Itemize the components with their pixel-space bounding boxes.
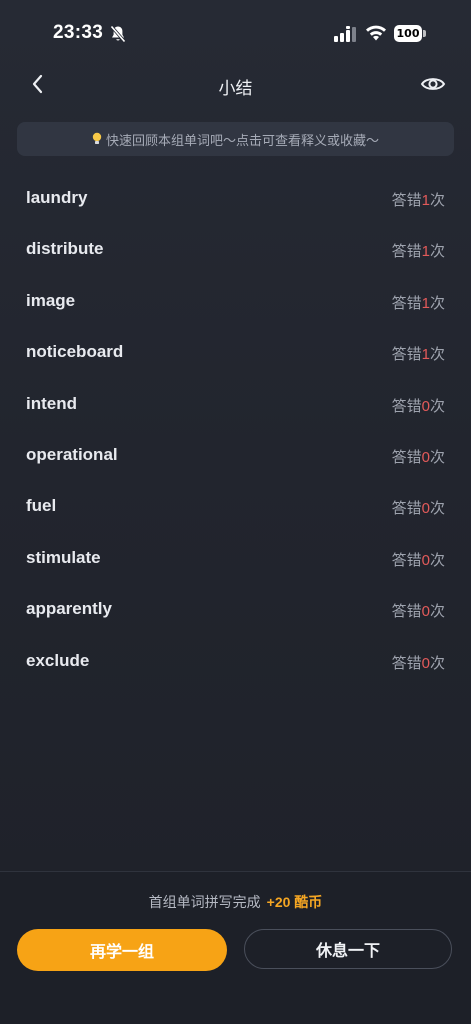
word-text: intend xyxy=(26,393,77,413)
bell-muted-icon xyxy=(110,25,126,43)
word-text: exclude xyxy=(26,650,90,670)
error-count: 答错0次 xyxy=(391,397,445,415)
word-row[interactable]: fuel 答错0次 xyxy=(0,482,471,533)
word-list: laundry 答错1次 distribute 答错1次 image 答错1次 … xyxy=(0,174,471,688)
error-count: 答错0次 xyxy=(391,448,445,466)
bottom-panel: 首组单词拼写完成 +20 酷币 再学一组 休息一下 xyxy=(0,871,471,1024)
take-a-break-button[interactable]: 休息一下 xyxy=(244,929,452,969)
word-row[interactable]: image 答错1次 xyxy=(0,277,471,328)
battery-icon: 100 xyxy=(394,25,426,42)
error-count: 答错1次 xyxy=(391,294,445,312)
tip-text: 快速回顾本组单词吧～点击可查看释义或收藏～ xyxy=(105,132,379,148)
error-count: 答错0次 xyxy=(391,603,445,621)
word-row[interactable]: apparently 答错0次 xyxy=(0,585,471,636)
word-text: distribute xyxy=(26,239,104,259)
status-bar: 23:33 100 xyxy=(0,0,471,70)
reward-message: 首组单词拼写完成 +20 酷币 xyxy=(0,892,471,912)
page-title: 小结 xyxy=(218,79,253,98)
wifi-icon xyxy=(366,25,386,41)
status-time: 23:33 xyxy=(53,22,104,43)
error-count: 答错1次 xyxy=(391,346,445,364)
word-text: stimulate xyxy=(26,547,101,567)
word-row[interactable]: noticeboard 答错1次 xyxy=(0,328,471,379)
tip-banner: 快速回顾本组单词吧～点击可查看释义或收藏～ xyxy=(17,122,454,156)
study-another-group-button[interactable]: 再学一组 xyxy=(17,929,227,971)
word-text: laundry xyxy=(26,188,88,207)
cellular-signal-icon xyxy=(334,26,356,42)
error-count: 答错1次 xyxy=(391,192,445,209)
navigation-bar: 小结 xyxy=(0,62,471,108)
word-row[interactable]: distribute 答错1次 xyxy=(0,225,471,276)
word-text: fuel xyxy=(26,496,57,516)
error-count: 答错0次 xyxy=(391,551,445,569)
word-text: image xyxy=(26,290,76,310)
word-row[interactable]: exclude 答错0次 xyxy=(0,637,471,688)
word-row[interactable]: operational 答错0次 xyxy=(0,431,471,482)
word-text: noticeboard xyxy=(26,342,124,362)
word-row[interactable]: laundry 答错1次 xyxy=(0,174,471,225)
lightbulb-icon xyxy=(92,132,102,144)
word-row[interactable]: stimulate 答错0次 xyxy=(0,534,471,585)
battery-level: 100 xyxy=(394,25,422,42)
error-count: 答错1次 xyxy=(391,243,445,261)
reward-text: 首组单词拼写完成 xyxy=(148,894,261,910)
eye-icon[interactable] xyxy=(420,72,446,96)
error-count: 答错0次 xyxy=(391,500,445,518)
word-text: operational xyxy=(26,444,118,464)
error-count: 答错0次 xyxy=(391,654,445,672)
reward-coins: +20 酷币 xyxy=(266,894,323,910)
word-text: apparently xyxy=(26,599,112,619)
word-row[interactable]: intend 答错0次 xyxy=(0,380,471,431)
